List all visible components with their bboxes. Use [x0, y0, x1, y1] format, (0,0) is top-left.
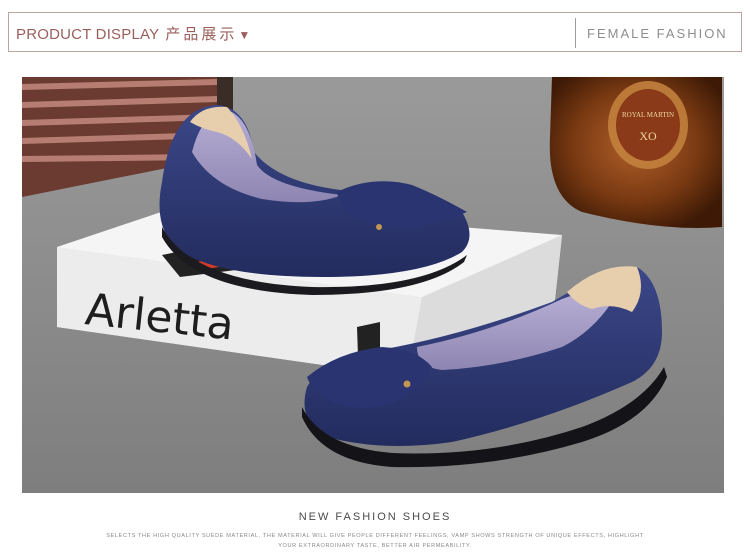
footer-description-line2: YOUR EXTRAORDINARY TASTE, BETTER AIR PER… — [278, 543, 472, 549]
section-title-en: PRODUCT DISPLAY — [16, 26, 160, 43]
triangle-down-icon: ▼ — [238, 28, 251, 42]
header-divider — [575, 18, 576, 48]
header-bar: PRODUCT DISPLAY 产品展示▼ FEMALE FASHION — [8, 12, 742, 52]
section-title: PRODUCT DISPLAY 产品展示▼ — [16, 23, 250, 44]
bottle: ROYAL MARTIN XO — [549, 77, 722, 228]
bottle-label-line2: XO — [639, 129, 657, 143]
product-photo: ROYAL MARTIN XO Arletta — [22, 77, 724, 493]
bottle-label-line1: ROYAL MARTIN — [622, 111, 674, 119]
section-title-zh: 产品展示 — [165, 26, 238, 43]
footer-description-line1: SELECTS THE HIGH QUALITY SUEDE MATERIAL,… — [106, 533, 644, 539]
footer-title: NEW FASHION SHOES — [298, 511, 452, 523]
header-tagline: FEMALE FASHION — [587, 26, 728, 41]
footer-description: SELECTS THE HIGH QUALITY SUEDE MATERIAL,… — [105, 531, 645, 551]
